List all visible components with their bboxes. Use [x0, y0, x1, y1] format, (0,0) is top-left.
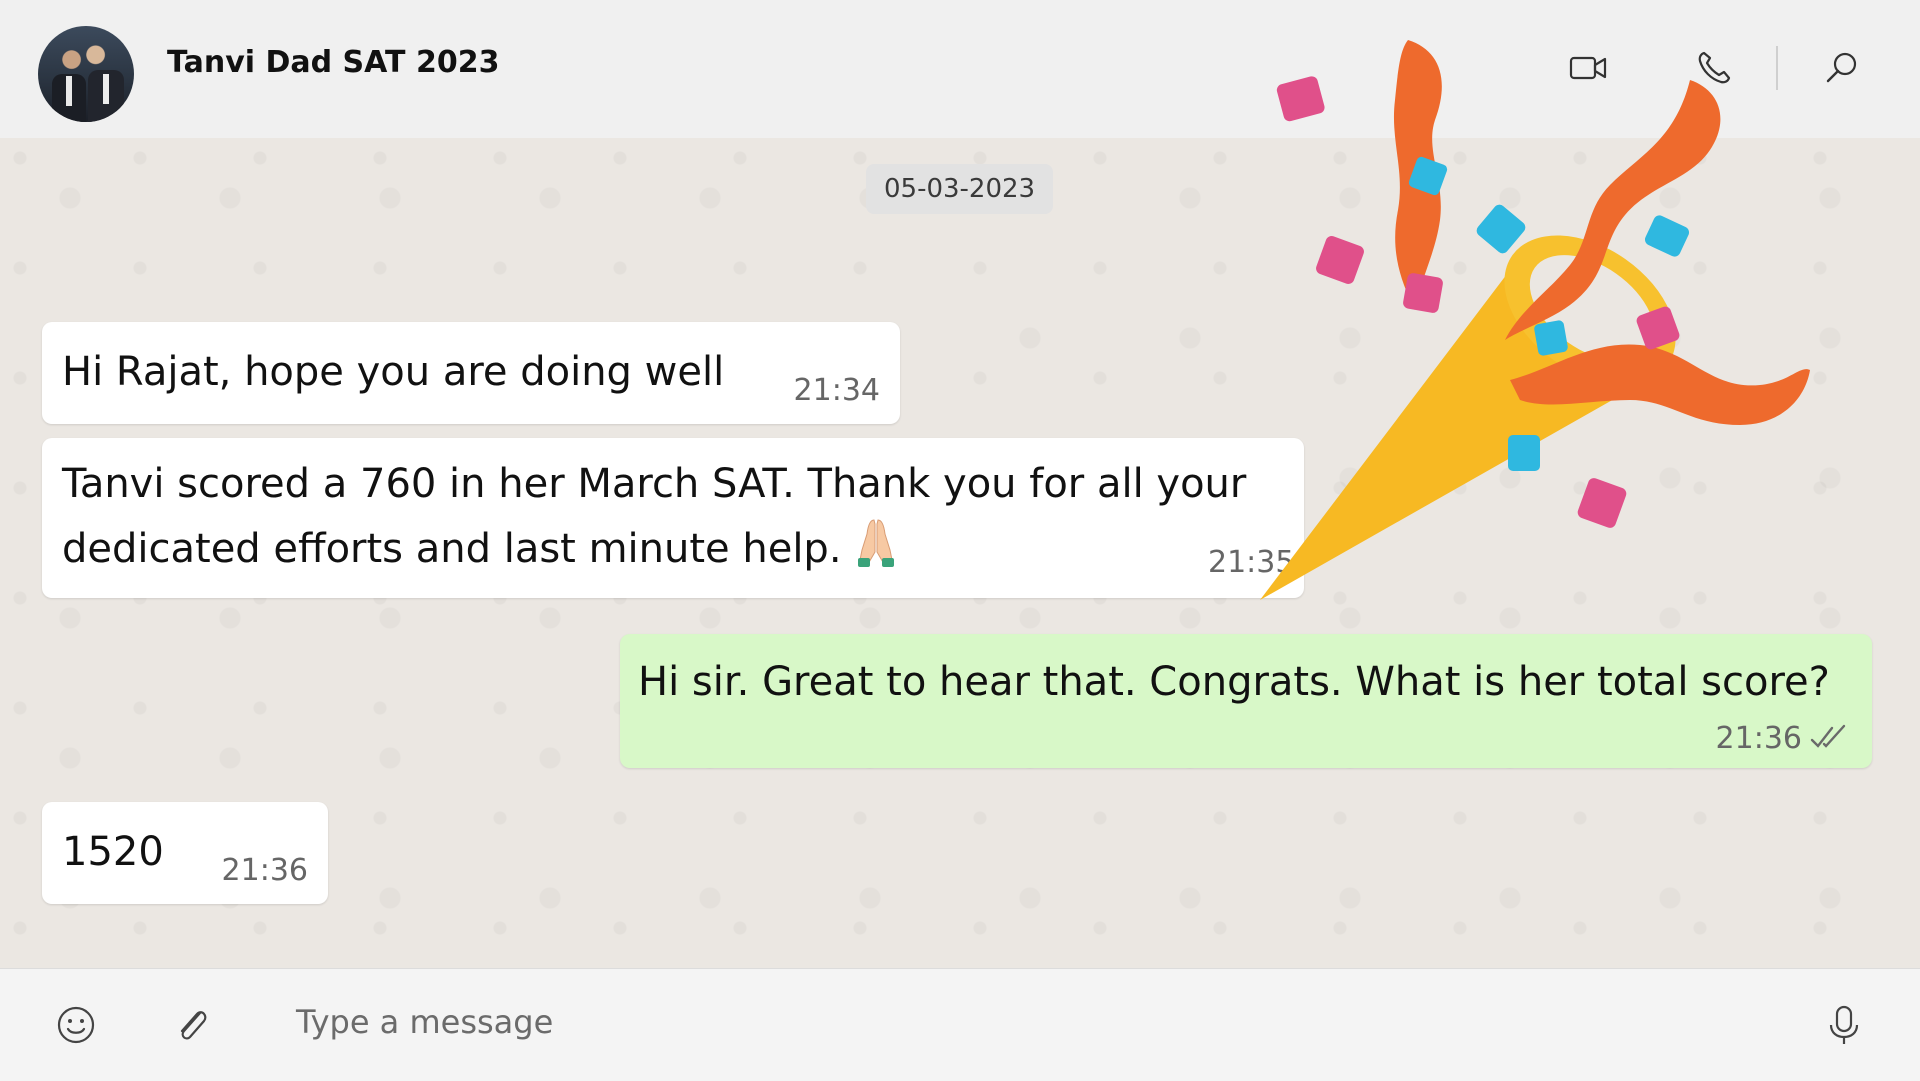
avatar[interactable]	[38, 26, 134, 122]
avatar-detail	[103, 74, 109, 104]
party-popper-sticker	[1260, 40, 1810, 600]
microphone-icon[interactable]	[1822, 1003, 1866, 1047]
search-icon[interactable]	[1822, 48, 1862, 88]
message-bubble-outgoing[interactable]: Hi sir. Great to hear that. Congrats. Wh…	[620, 634, 1872, 768]
read-receipt-icon	[1810, 724, 1846, 748]
message-text: Hi Rajat, hope you are doing well	[62, 349, 725, 395]
message-bubble-incoming[interactable]: Hi Rajat, hope you are doing well 21:34	[42, 322, 900, 424]
message-time: 21:36	[221, 853, 308, 888]
attach-icon[interactable]	[170, 1003, 214, 1047]
message-text: Tanvi scored a 760 in her March SAT. Tha…	[62, 461, 1260, 572]
message-bubble-incoming[interactable]: 1520 21:36	[42, 802, 328, 904]
message-text: 1520	[62, 829, 164, 875]
contact-name[interactable]: Tanvi Dad SAT 2023	[167, 45, 499, 80]
message-composer: Type a message	[0, 968, 1920, 1081]
date-chip: 05-03-2023	[866, 164, 1054, 214]
message-bubble-incoming[interactable]: Tanvi scored a 760 in her March SAT. Tha…	[42, 438, 1304, 598]
avatar-detail	[66, 76, 72, 106]
message-text: Hi sir. Great to hear that. Congrats. Wh…	[638, 659, 1830, 705]
message-time: 21:36	[1715, 721, 1802, 756]
message-input[interactable]: Type a message	[296, 1003, 553, 1041]
folded-hands-emoji-icon	[858, 519, 895, 567]
emoji-icon[interactable]	[54, 1003, 98, 1047]
message-time: 21:34	[793, 373, 880, 408]
